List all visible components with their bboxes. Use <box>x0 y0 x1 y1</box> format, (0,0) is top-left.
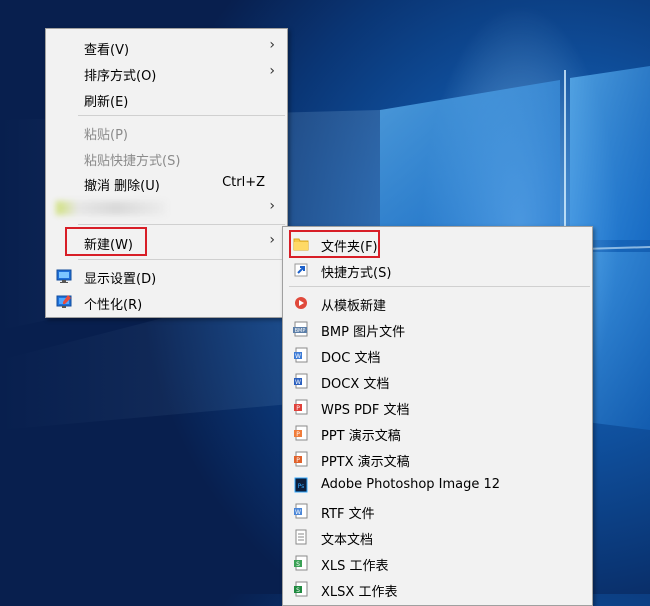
pptx-icon: P <box>294 451 308 467</box>
menu-item-shortcut: Ctrl+Z <box>222 175 265 190</box>
svg-text:W: W <box>295 509 301 516</box>
submenu-item-pptx[interactable]: P PPTX 演示文稿 <box>283 447 592 471</box>
docx-icon: W <box>294 373 308 389</box>
menu-item-label: 个性化(R) <box>84 298 143 313</box>
submenu-item-wps-pdf[interactable]: P WPS PDF 文档 <box>283 395 592 419</box>
menu-item-display-settings[interactable]: 显示设置(D) <box>46 264 287 288</box>
new-submenu: 文件夹(F) 快捷方式(S) 从模板新建 BMP BMP 图片文件 W DOC … <box>282 226 593 606</box>
shortcut-icon <box>294 263 308 277</box>
menu-item-label: 从模板新建 <box>321 299 387 314</box>
doc-icon: W <box>294 347 308 363</box>
menu-item-label: 查看(V) <box>84 43 130 58</box>
chevron-right-icon: › <box>269 63 275 79</box>
menu-item-label: DOCX 文档 <box>321 377 390 392</box>
submenu-item-shortcut[interactable]: 快捷方式(S) <box>283 258 592 282</box>
chevron-right-icon: › <box>269 198 275 214</box>
text-document-icon <box>295 529 307 545</box>
menu-item-label: PPT 演示文稿 <box>321 429 401 444</box>
menu-item-label: RTF 文件 <box>321 507 375 522</box>
submenu-item-xlsx[interactable]: S XLSX 工作表 <box>283 577 592 601</box>
submenu-item-xls[interactable]: S XLS 工作表 <box>283 551 592 575</box>
menu-separator <box>78 115 285 116</box>
submenu-item-photoshop[interactable]: Ps Adobe Photoshop Image 12 <box>283 473 592 497</box>
xls-icon: S <box>294 555 308 571</box>
menu-separator <box>289 286 590 287</box>
menu-item-label: Adobe Photoshop Image 12 <box>321 477 501 492</box>
submenu-item-docx[interactable]: W DOCX 文档 <box>283 369 592 393</box>
svg-text:BMP: BMP <box>295 328 306 334</box>
submenu-item-rtf[interactable]: W RTF 文件 <box>283 499 592 523</box>
submenu-item-bmp[interactable]: BMP BMP 图片文件 <box>283 317 592 341</box>
menu-item-label: 粘贴(P) <box>84 128 128 143</box>
menu-item-paste-shortcut: 粘贴快捷方式(S) <box>46 146 287 170</box>
menu-item-label: DOC 文档 <box>321 351 381 366</box>
svg-text:P: P <box>296 431 300 438</box>
rtf-icon: W <box>294 503 308 519</box>
menu-item-label: XLS 工作表 <box>321 559 389 574</box>
pdf-icon: P <box>294 399 308 415</box>
svg-text:P: P <box>296 405 300 412</box>
personalize-icon <box>56 295 72 308</box>
chevron-right-icon: › <box>269 232 275 248</box>
menu-item-sort-by[interactable]: 排序方式(O) › <box>46 61 287 85</box>
submenu-item-ppt[interactable]: P PPT 演示文稿 <box>283 421 592 445</box>
svg-text:P: P <box>296 457 300 464</box>
display-settings-icon <box>56 269 72 283</box>
menu-item-label: 文本文档 <box>321 533 374 548</box>
menu-item-label: 刷新(E) <box>84 95 129 110</box>
photoshop-icon: Ps <box>294 477 308 493</box>
menu-item-view[interactable]: 查看(V) › <box>46 35 287 59</box>
svg-text:S: S <box>296 561 300 568</box>
submenu-item-doc[interactable]: W DOC 文档 <box>283 343 592 367</box>
menu-item-blurred[interactable]: › <box>46 196 287 220</box>
template-icon <box>295 297 307 309</box>
menu-item-label: WPS PDF 文档 <box>321 403 410 418</box>
menu-item-label: 撤消 删除(U) <box>84 179 160 194</box>
svg-text:S: S <box>296 587 300 594</box>
menu-item-undo-delete[interactable]: 撤消 删除(U) Ctrl+Z <box>46 171 287 195</box>
menu-item-label: 显示设置(D) <box>84 272 157 287</box>
bmp-icon: BMP <box>293 321 308 337</box>
chevron-right-icon: › <box>269 37 275 53</box>
highlight-box-new <box>65 227 147 256</box>
submenu-item-text-document[interactable]: 文本文档 <box>283 525 592 549</box>
menu-separator <box>78 224 285 225</box>
menu-item-paste: 粘贴(P) <box>46 120 287 144</box>
desktop-context-menu: 查看(V) › 排序方式(O) › 刷新(E) 粘贴(P) 粘贴快捷方式(S) … <box>45 28 288 318</box>
xlsx-icon: S <box>294 581 308 597</box>
svg-text:W: W <box>295 379 301 386</box>
menu-item-label: BMP 图片文件 <box>321 325 406 340</box>
submenu-item-from-template[interactable]: 从模板新建 <box>283 291 592 315</box>
menu-item-label: PPTX 演示文稿 <box>321 455 410 470</box>
menu-separator <box>78 259 285 260</box>
svg-text:Ps: Ps <box>298 483 305 490</box>
ppt-icon: P <box>294 425 308 441</box>
menu-item-refresh[interactable]: 刷新(E) <box>46 87 287 111</box>
menu-item-label: 快捷方式(S) <box>321 266 392 281</box>
menu-item-label: XLSX 工作表 <box>321 585 398 600</box>
menu-item-label: 粘贴快捷方式(S) <box>84 154 181 169</box>
svg-text:W: W <box>295 353 301 360</box>
highlight-box-folder <box>289 230 380 258</box>
menu-item-label: 排序方式(O) <box>84 69 157 84</box>
blurred-content <box>56 201 166 215</box>
menu-item-personalize[interactable]: 个性化(R) <box>46 290 287 314</box>
